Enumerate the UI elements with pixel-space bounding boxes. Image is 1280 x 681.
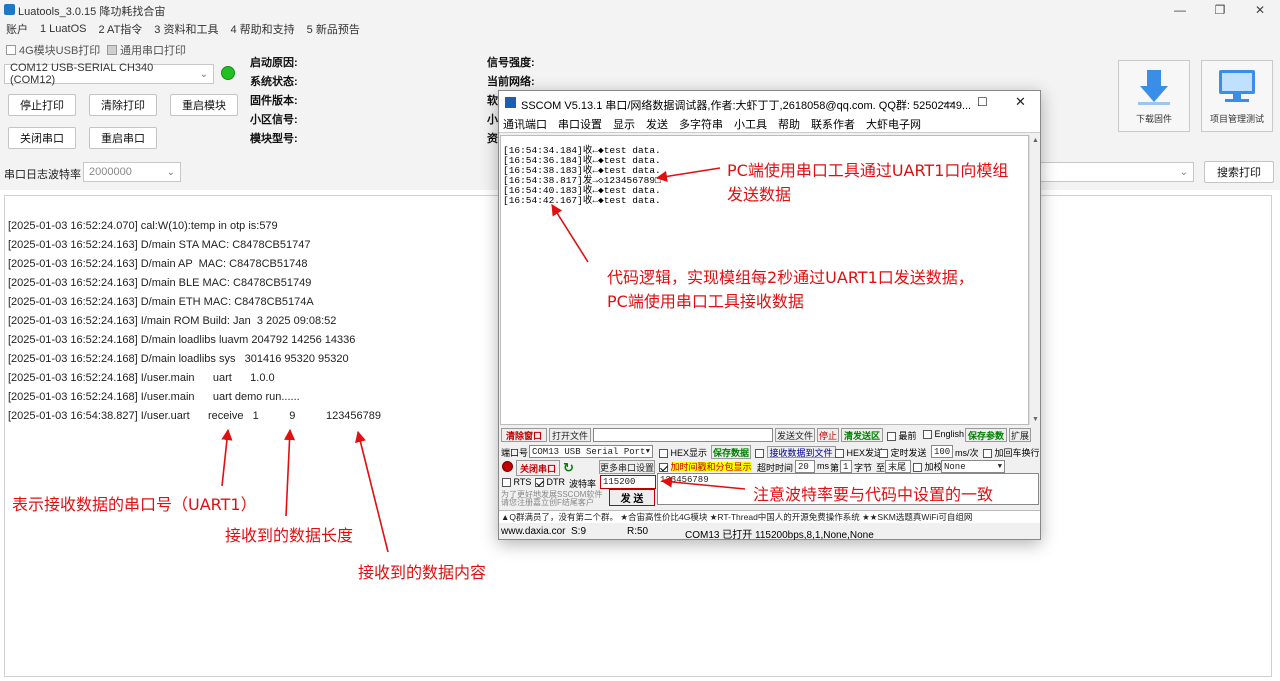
arrow-to-send-line <box>655 167 721 182</box>
arrow-to-rx-lines <box>551 204 589 263</box>
annotation-arrows <box>221 167 746 553</box>
arrow-to-data-length <box>283 428 296 517</box>
arrow-to-baud <box>660 476 746 490</box>
arrow-to-uart-id <box>221 428 233 487</box>
arrow-to-data-content <box>355 430 389 553</box>
